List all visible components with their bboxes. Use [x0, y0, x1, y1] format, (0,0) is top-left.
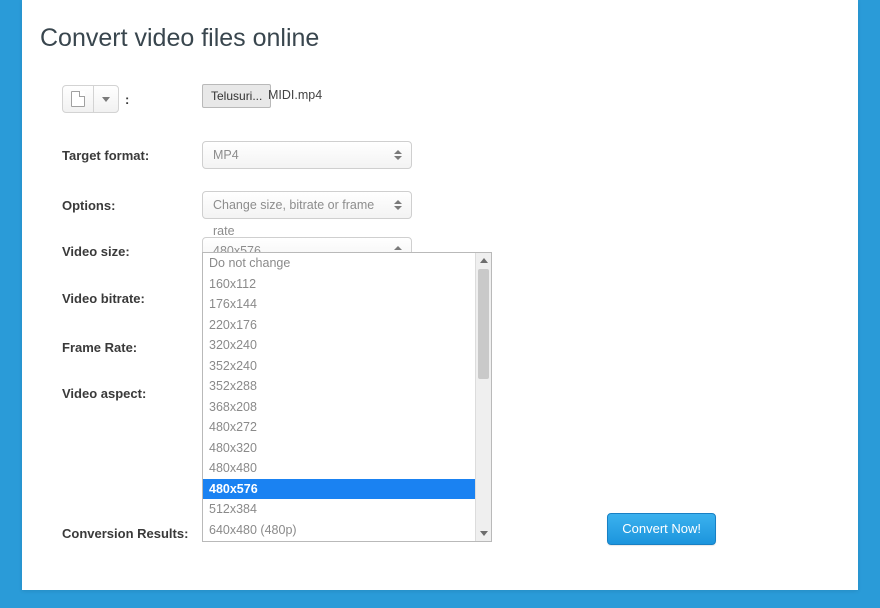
target-format-select[interactable]: MP4	[202, 141, 412, 169]
options-value: Change size, bitrate or frame rate	[213, 198, 374, 238]
video-size-option[interactable]: 640x480 (480p)	[203, 520, 476, 541]
video-size-option[interactable]: 480x480	[203, 458, 476, 479]
colon-label: :	[125, 92, 129, 107]
video-size-label: Video size:	[62, 244, 202, 259]
video-size-option[interactable]: 368x208	[203, 397, 476, 418]
page-title: Convert video files online	[40, 24, 319, 53]
chevron-down-icon[interactable]	[93, 86, 118, 112]
scrollbar[interactable]	[475, 253, 491, 541]
frame-rate-label: Frame Rate:	[62, 340, 202, 355]
video-size-option[interactable]: 220x176	[203, 315, 476, 336]
video-size-option[interactable]: 160x112	[203, 274, 476, 295]
video-aspect-label: Video aspect:	[62, 386, 202, 401]
video-size-listbox[interactable]: Do not change160x112176x144220x176320x24…	[202, 252, 492, 542]
conversion-results-label: Conversion Results:	[62, 526, 202, 541]
options-label: Options:	[62, 198, 202, 213]
video-size-option[interactable]: 512x384	[203, 499, 476, 520]
video-size-option[interactable]: 320x240	[203, 335, 476, 356]
scroll-thumb[interactable]	[478, 269, 489, 379]
video-size-option[interactable]: 352x288	[203, 376, 476, 397]
video-size-option[interactable]: 176x144	[203, 294, 476, 315]
target-format-label: Target format:	[62, 148, 202, 163]
source-type-switch[interactable]	[62, 85, 119, 113]
video-size-option[interactable]: 480x576	[203, 479, 476, 500]
video-size-option[interactable]: 480x272	[203, 417, 476, 438]
video-bitrate-label: Video bitrate:	[62, 291, 202, 306]
options-select[interactable]: Change size, bitrate or frame rate	[202, 191, 412, 219]
video-size-option[interactable]: Do not change	[203, 253, 476, 274]
video-size-option[interactable]: 720x480	[203, 540, 476, 541]
scroll-down-icon[interactable]	[476, 526, 491, 541]
convert-now-button[interactable]: Convert Now!	[607, 513, 716, 545]
scroll-up-icon[interactable]	[476, 253, 491, 268]
updown-icon	[391, 196, 405, 214]
filename-label: MIDI.mp4	[268, 84, 322, 106]
video-size-option[interactable]: 352x240	[203, 356, 476, 377]
browse-button[interactable]: Telusuri...	[202, 84, 271, 108]
updown-icon	[391, 146, 405, 164]
video-size-option[interactable]: 480x320	[203, 438, 476, 459]
file-icon[interactable]	[63, 86, 93, 112]
target-format-value: MP4	[213, 148, 239, 162]
